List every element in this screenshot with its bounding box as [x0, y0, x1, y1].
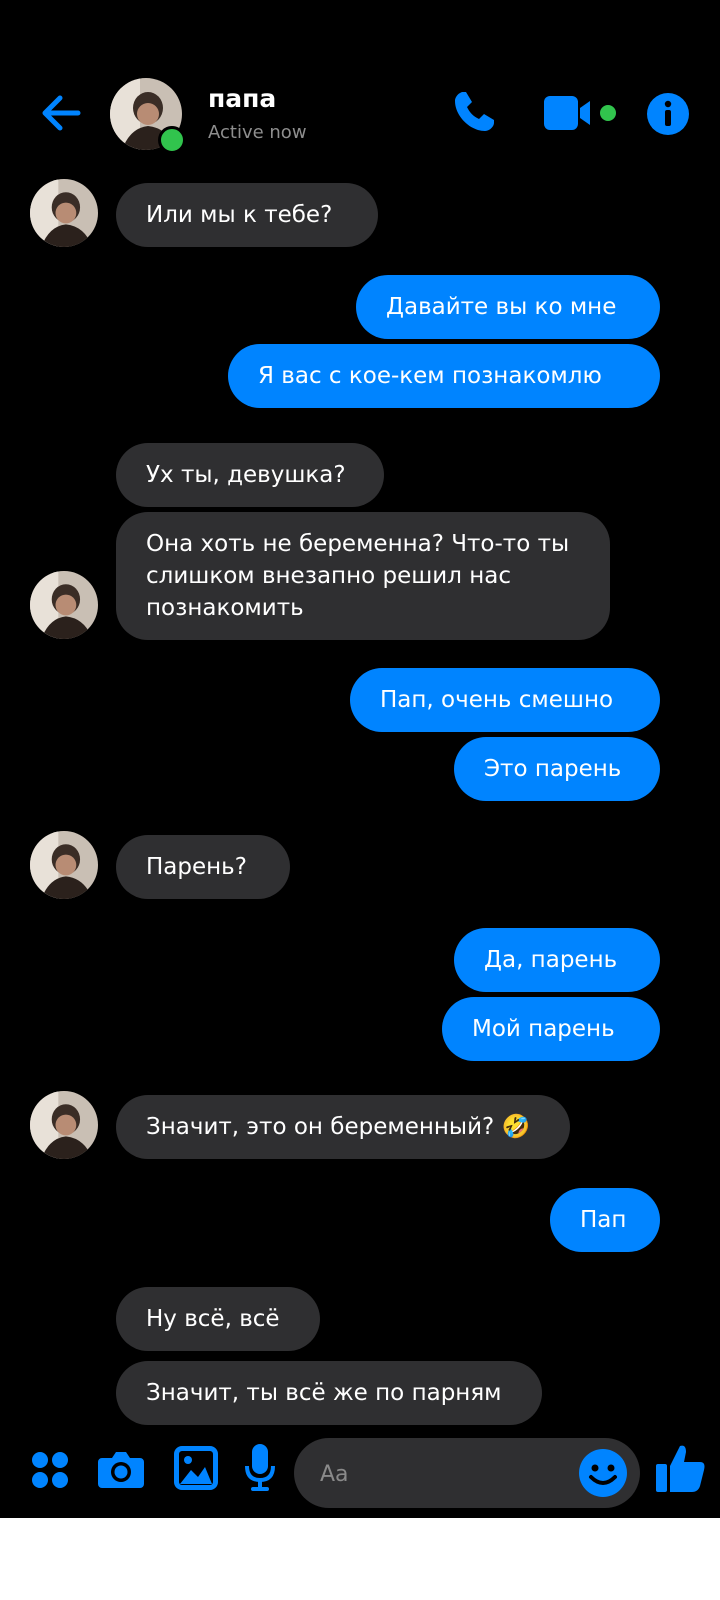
voice-message-button[interactable] [244, 1444, 276, 1492]
message-incoming[interactable]: Или мы к тебе? [116, 183, 378, 247]
image-icon [174, 1446, 218, 1490]
sender-avatar[interactable] [30, 1091, 98, 1159]
gallery-button[interactable] [174, 1446, 218, 1490]
message-outgoing[interactable]: Пап [550, 1188, 660, 1252]
message-input[interactable] [318, 1456, 562, 1492]
message-incoming[interactable]: Значит, это он беременный? 🤣 [116, 1095, 570, 1159]
contact-name[interactable]: папа [208, 84, 276, 113]
sender-avatar[interactable] [30, 831, 98, 899]
message-incoming[interactable]: Значит, ты всё же по парням [116, 1361, 542, 1425]
message-outgoing[interactable]: Я вас с кое-кем познакомлю [228, 344, 660, 408]
thumbs-up-icon [656, 1445, 705, 1492]
message-outgoing[interactable]: Да, парень [454, 928, 660, 992]
like-button[interactable] [656, 1442, 706, 1494]
online-indicator [158, 126, 186, 154]
message-composer [0, 1430, 720, 1510]
sender-avatar[interactable] [30, 571, 98, 639]
contact-avatar[interactable] [110, 78, 186, 154]
chat-header: папа Active now [0, 70, 720, 154]
camera-icon [98, 1452, 144, 1488]
message-incoming[interactable]: Ну всё, всё [116, 1287, 320, 1351]
microphone-icon [245, 1444, 275, 1491]
voice-call-button[interactable] [450, 88, 498, 136]
info-icon [647, 93, 689, 135]
video-camera-icon [544, 96, 616, 130]
contact-status: Active now [208, 122, 307, 143]
arrow-left-icon [42, 95, 81, 131]
back-button[interactable] [38, 90, 84, 136]
message-outgoing[interactable]: Мой парень [442, 997, 660, 1061]
message-incoming[interactable]: Парень? [116, 835, 290, 899]
camera-button[interactable] [98, 1448, 144, 1490]
message-outgoing[interactable]: Это парень [454, 737, 660, 801]
video-call-button[interactable] [544, 92, 626, 134]
smiley-icon [579, 1449, 627, 1497]
message-incoming[interactable]: Она хоть не беременна? Что-то ты слишком… [116, 512, 610, 640]
four-dots-icon [32, 1452, 68, 1488]
message-outgoing[interactable]: Давайте вы ко мне [356, 275, 660, 339]
chat-screen: папа Active now Или мы к тебе? Давайте в… [0, 0, 720, 1518]
phone-icon [455, 92, 494, 131]
message-input-container[interactable] [294, 1438, 640, 1508]
info-button[interactable] [646, 92, 690, 136]
apps-button[interactable] [30, 1450, 70, 1490]
message-incoming[interactable]: Ух ты, девушка? [116, 443, 384, 507]
message-outgoing[interactable]: Пап, очень смешно [350, 668, 660, 732]
system-nav-area [0, 1518, 720, 1600]
sender-avatar[interactable] [30, 179, 98, 247]
emoji-button[interactable] [578, 1448, 628, 1498]
